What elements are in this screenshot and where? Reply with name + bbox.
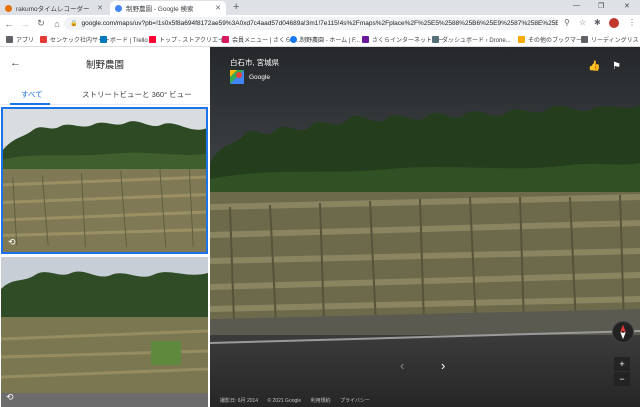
browser-tab-google-search[interactable]: 制野農園 - Google 検索 ✕	[110, 1, 226, 15]
browser-toolbar: ← → ↻ ⌂ 🔒 google.com/maps/uv?pb=!1s0x5f8…	[0, 15, 640, 32]
location-subline: Google	[230, 70, 279, 84]
street-view-footer: 撮影日: 6月 2014 © 2021 Google 利用規約 プライバシー	[220, 397, 378, 404]
bookmark-label: リーディングリスト	[591, 38, 640, 44]
close-tab-icon[interactable]: ✕	[97, 4, 103, 12]
bookmark-star-icon[interactable]: ☆	[579, 18, 586, 27]
tab-all[interactable]: すべて	[21, 89, 43, 100]
move-forward-arrow-icon[interactable]: ›	[441, 358, 445, 373]
terms-link[interactable]: 利用規約	[311, 398, 331, 404]
thumbnail-image	[3, 109, 206, 252]
panel-header: ← 制野農園	[0, 47, 210, 81]
google-maps-icon	[230, 70, 244, 84]
bookmark-label: その他のブックマーク	[528, 38, 589, 44]
bookmark-label: 制野農園 - ホーム | F...	[300, 38, 361, 44]
google-brand-label: Google	[249, 73, 270, 81]
compass-icon[interactable]	[612, 321, 634, 343]
facebook-icon	[290, 36, 297, 43]
address-bar[interactable]: 🔒 google.com/maps/uv?pb=!1s0x5f8a694f817…	[64, 17, 558, 30]
site-icon	[40, 36, 47, 43]
bookmark-store-creator[interactable]: トップ - ストアクリエイ...	[149, 35, 229, 44]
forward-arrow-icon[interactable]: →	[18, 19, 32, 29]
close-window-button[interactable]: ✕	[624, 2, 630, 10]
photo-panel: ← 制野農園 すべて ストリートビューと 360° ビュー ⟲ ⟲	[0, 47, 210, 407]
selected-tab-indicator	[10, 103, 50, 105]
folder-icon	[518, 36, 525, 43]
google-favicon-icon	[115, 4, 122, 12]
sakura-icon	[362, 36, 369, 43]
browser-tab-strip: rakumoタイムレコーダー ✕ 制野農園 - Google 検索 ✕ + — …	[0, 0, 640, 15]
panel-tabs: すべて ストリートビューと 360° ビュー	[0, 81, 210, 105]
bookmark-label: ボード | Trello	[110, 38, 148, 44]
back-arrow-icon[interactable]: ←	[10, 57, 21, 69]
tab-label: 制野農園 - Google 検索	[126, 6, 194, 13]
reading-list-icon	[581, 36, 588, 43]
extensions-icon[interactable]: ✱	[594, 18, 601, 27]
home-icon[interactable]: ⌂	[50, 19, 64, 29]
wordpress-icon	[432, 36, 439, 43]
bookmark-reading-list[interactable]: リーディングリスト	[581, 35, 640, 44]
apps-grid-icon	[6, 36, 13, 43]
menu-icon[interactable]: ⋮	[628, 18, 636, 27]
browser-tab-rakumo[interactable]: rakumoタイムレコーダー ✕	[0, 1, 108, 15]
yahoo-icon	[149, 36, 156, 43]
zoom-out-button[interactable]: −	[614, 372, 630, 386]
back-arrow-icon[interactable]: ←	[2, 19, 16, 29]
bookmark-label: ダッシュボード ‹ Drone...	[442, 38, 511, 44]
trello-icon	[100, 36, 107, 43]
close-tab-icon[interactable]: ✕	[215, 4, 221, 12]
location-title: 白石市, 宮城県	[230, 58, 280, 67]
copyright: © 2021 Google	[267, 398, 302, 404]
street-view-thumbnail-selected[interactable]: ⟲	[1, 107, 208, 254]
zoom-in-button[interactable]: +	[614, 357, 630, 371]
thumbnail-image	[1, 257, 208, 407]
bookmarks-bar: アプリ センケック社内サイト ボード | Trello トップ - ストアクリエ…	[0, 32, 640, 47]
location-card: 白石市, 宮城県 Google	[230, 57, 279, 84]
street-view-thumbnail[interactable]: ⟲	[1, 257, 208, 407]
rakumo-favicon-icon	[5, 4, 12, 12]
tab-label: rakumoタイムレコーダー	[16, 6, 90, 13]
bookmark-label: トップ - ストアクリエイ...	[159, 38, 230, 44]
sakura-icon	[222, 36, 229, 43]
move-back-arrow-icon[interactable]: ‹	[400, 358, 404, 373]
privacy-link[interactable]: プライバシー	[340, 398, 370, 404]
lock-icon: 🔒	[70, 21, 78, 27]
bookmark-other-folder[interactable]: その他のブックマーク	[518, 35, 588, 44]
capture-date: 撮影日: 6月 2014	[220, 398, 259, 404]
search-icon[interactable]: ⚲	[564, 18, 570, 27]
bookmark-facebook[interactable]: 制野農園 - ホーム | F...	[290, 35, 360, 44]
report-flag-icon[interactable]: ⚑	[612, 61, 621, 72]
bookmark-apps[interactable]: アプリ	[6, 35, 34, 44]
bookmark-dashboard[interactable]: ダッシュボード ‹ Drone...	[432, 35, 511, 44]
street-view-viewer[interactable]: 白石市, 宮城県 Google 👍 ⚑ + − ‹ › 撮影日: 6月 2014…	[210, 47, 640, 407]
street-view-image	[210, 47, 640, 407]
tab-street-view[interactable]: ストリートビューと 360° ビュー	[82, 89, 192, 100]
new-tab-button[interactable]: +	[233, 1, 239, 14]
street-view-360-icon: ⟲	[8, 237, 16, 247]
reload-icon[interactable]: ↻	[34, 18, 48, 29]
street-view-360-icon: ⟲	[6, 392, 14, 402]
url-text: google.com/maps/uv?pb=!1s0x5f8a694f8172a…	[81, 20, 558, 27]
minimize-button[interactable]: —	[573, 2, 580, 9]
bookmark-trello[interactable]: ボード | Trello	[100, 35, 148, 44]
panel-title: 制野農園	[85, 60, 124, 71]
thumbs-up-icon[interactable]: 👍	[588, 61, 600, 72]
maximize-button[interactable]: ❐	[598, 2, 604, 10]
profile-avatar[interactable]	[609, 18, 619, 28]
bookmark-label: アプリ	[16, 38, 35, 44]
